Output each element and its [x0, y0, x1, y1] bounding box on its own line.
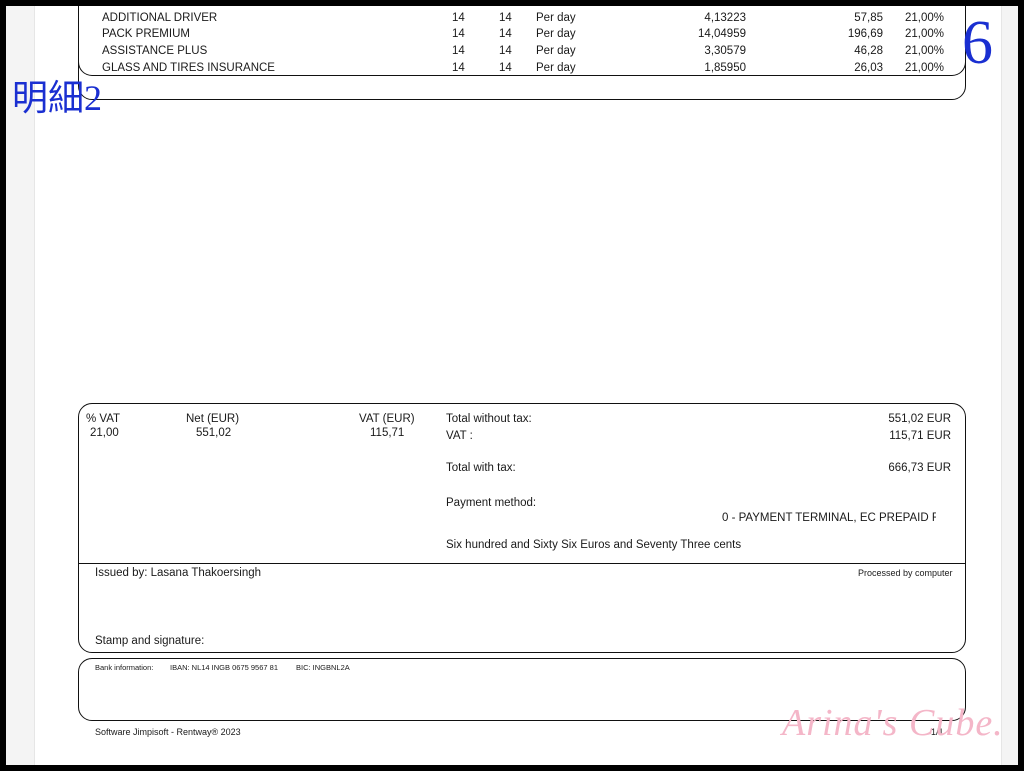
image-frame	[0, 0, 1024, 771]
